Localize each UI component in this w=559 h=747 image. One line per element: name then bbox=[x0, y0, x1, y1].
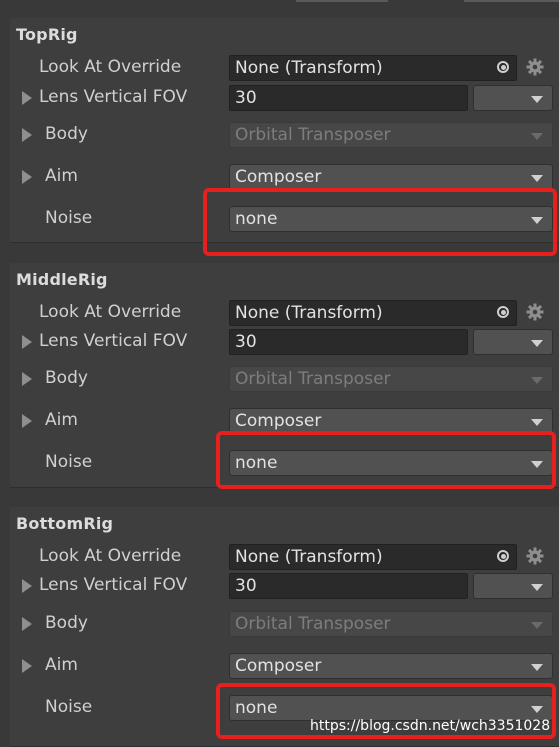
watermark: https://blog.csdn.net/wch3351028 bbox=[310, 718, 551, 734]
aim-value: Composer bbox=[235, 167, 322, 187]
expand-arrow-icon[interactable] bbox=[22, 91, 32, 105]
look-at-override-label: Look At Override bbox=[39, 57, 182, 77]
body-label: Body bbox=[45, 124, 88, 144]
section-title: BottomRig bbox=[16, 514, 114, 533]
chevron-down-icon bbox=[531, 664, 543, 671]
noise-label: Noise bbox=[45, 697, 93, 717]
expand-arrow-icon[interactable] bbox=[22, 372, 32, 386]
expand-arrow-icon[interactable] bbox=[22, 128, 32, 142]
body-row: Body Orbital Transposer bbox=[10, 122, 559, 148]
body-dropdown: Orbital Transposer bbox=[229, 122, 553, 148]
lens-vertical-fov-row: Lens Vertical FOV 30 bbox=[10, 329, 559, 355]
aim-value: Composer bbox=[235, 411, 322, 431]
gear-icon[interactable] bbox=[526, 547, 544, 565]
look-at-override-value: None (Transform) bbox=[235, 547, 383, 567]
expand-arrow-icon[interactable] bbox=[22, 414, 32, 428]
noise-label: Noise bbox=[45, 208, 93, 228]
section-title: MiddleRig bbox=[16, 270, 108, 289]
lens-vertical-fov-label: Lens Vertical FOV bbox=[39, 575, 188, 595]
top-strip bbox=[0, 0, 559, 18]
chevron-down-icon bbox=[531, 419, 543, 426]
aim-dropdown[interactable]: Composer bbox=[229, 653, 553, 679]
lens-vertical-fov-label: Lens Vertical FOV bbox=[39, 331, 188, 351]
look-at-override-value: None (Transform) bbox=[235, 58, 383, 78]
expand-arrow-icon[interactable] bbox=[22, 617, 32, 631]
body-value: Orbital Transposer bbox=[235, 369, 391, 389]
look-at-override-row: Look At Override None (Transform) bbox=[10, 55, 559, 81]
look-at-override-field[interactable]: None (Transform) bbox=[229, 544, 517, 570]
chevron-down-icon bbox=[531, 377, 543, 384]
gear-icon[interactable] bbox=[526, 58, 544, 76]
aim-dropdown[interactable]: Composer bbox=[229, 164, 553, 190]
aim-value: Composer bbox=[235, 656, 322, 676]
look-at-override-value: None (Transform) bbox=[235, 303, 383, 323]
look-at-override-label: Look At Override bbox=[39, 546, 182, 566]
body-row: Body Orbital Transposer bbox=[10, 611, 559, 637]
lens-preset-dropdown[interactable] bbox=[473, 85, 553, 111]
body-dropdown: Orbital Transposer bbox=[229, 611, 553, 637]
aim-label: Aim bbox=[45, 655, 78, 675]
chevron-down-icon bbox=[531, 622, 543, 629]
expand-arrow-icon[interactable] bbox=[22, 335, 32, 349]
noise-label: Noise bbox=[45, 452, 93, 472]
chevron-down-icon bbox=[531, 96, 543, 103]
body-value: Orbital Transposer bbox=[235, 614, 391, 634]
body-row: Body Orbital Transposer bbox=[10, 366, 559, 392]
body-value: Orbital Transposer bbox=[235, 125, 391, 145]
chevron-down-icon bbox=[531, 133, 543, 140]
body-label: Body bbox=[45, 368, 88, 388]
top-strip-tab bbox=[464, 0, 559, 2]
body-dropdown: Orbital Transposer bbox=[229, 366, 553, 392]
aim-row: Aim Composer bbox=[10, 653, 559, 679]
object-picker-icon[interactable] bbox=[494, 303, 514, 323]
lens-vertical-fov-field[interactable]: 30 bbox=[229, 85, 468, 111]
expand-arrow-icon[interactable] bbox=[22, 659, 32, 673]
lens-vertical-fov-label: Lens Vertical FOV bbox=[39, 87, 188, 107]
chevron-down-icon bbox=[531, 584, 543, 591]
lens-preset-dropdown[interactable] bbox=[473, 329, 553, 355]
lens-vertical-fov-row: Lens Vertical FOV 30 bbox=[10, 573, 559, 599]
object-picker-icon[interactable] bbox=[494, 58, 514, 78]
gear-icon[interactable] bbox=[526, 303, 544, 321]
look-at-override-row: Look At Override None (Transform) bbox=[10, 300, 559, 326]
body-label: Body bbox=[45, 613, 88, 633]
look-at-override-label: Look At Override bbox=[39, 302, 182, 322]
expand-arrow-icon[interactable] bbox=[22, 579, 32, 593]
section-title: TopRig bbox=[16, 25, 78, 44]
chevron-down-icon bbox=[531, 175, 543, 182]
lens-preset-dropdown[interactable] bbox=[473, 573, 553, 599]
aim-label: Aim bbox=[45, 410, 78, 430]
top-strip-tab bbox=[296, 0, 388, 2]
object-picker-icon[interactable] bbox=[494, 547, 514, 567]
highlight-box bbox=[216, 431, 556, 489]
expand-arrow-icon[interactable] bbox=[22, 170, 32, 184]
lens-vertical-fov-field[interactable]: 30 bbox=[229, 573, 468, 599]
highlight-box bbox=[203, 188, 557, 256]
look-at-override-field[interactable]: None (Transform) bbox=[229, 300, 517, 326]
lens-vertical-fov-row: Lens Vertical FOV 30 bbox=[10, 85, 559, 111]
lens-vertical-fov-field[interactable]: 30 bbox=[229, 329, 468, 355]
chevron-down-icon bbox=[531, 340, 543, 347]
look-at-override-row: Look At Override None (Transform) bbox=[10, 544, 559, 570]
look-at-override-field[interactable]: None (Transform) bbox=[229, 55, 517, 81]
aim-row: Aim Composer bbox=[10, 164, 559, 190]
aim-label: Aim bbox=[45, 166, 78, 186]
